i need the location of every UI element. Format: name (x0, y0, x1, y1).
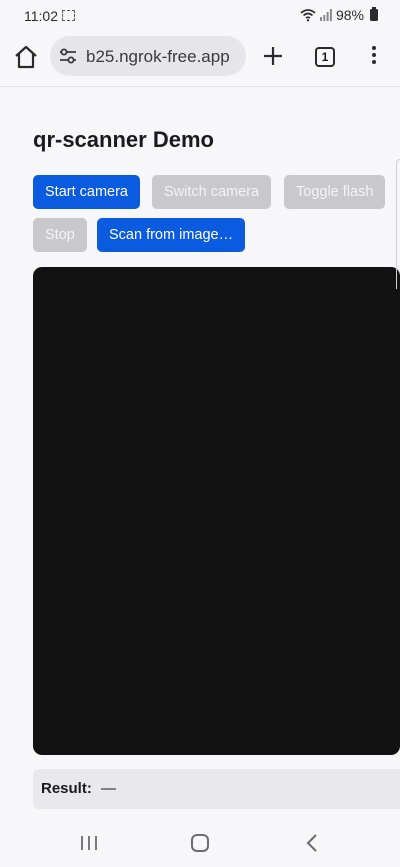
home-icon[interactable] (13, 44, 39, 70)
status-indicators: 98% (300, 7, 378, 23)
url-text: b25.ngrok-free.app (86, 47, 230, 66)
scroll-indicator (396, 159, 400, 289)
page-title: qr-scanner Demo (33, 127, 214, 152)
screen-capture-icon (62, 10, 75, 21)
tab-switcher-button[interactable]: 1 (315, 47, 335, 67)
battery-percent: 98% (335, 7, 364, 23)
system-navigation-bar (0, 819, 400, 867)
camera-preview (33, 267, 400, 755)
status-time: 11:02 (24, 8, 58, 24)
recent-apps-icon[interactable] (80, 835, 98, 851)
wifi-icon (300, 9, 316, 22)
result-value: — (101, 780, 116, 797)
home-nav-icon[interactable] (191, 834, 209, 852)
status-bar: 11:02 98% (0, 0, 400, 32)
switch-camera-button[interactable]: Switch camera (152, 175, 272, 209)
stop-button[interactable]: Stop (33, 218, 87, 252)
more-menu-icon[interactable] (368, 46, 380, 68)
address-bar[interactable]: b25.ngrok-free.app (50, 36, 246, 76)
battery-icon (370, 7, 378, 21)
result-panel: Result: — (33, 769, 400, 809)
scan-from-image-button[interactable]: Scan from image… (97, 218, 246, 252)
web-page: qr-scanner Demo Start camera Switch came… (0, 86, 400, 819)
signal-icon (319, 9, 332, 21)
result-label: Result: (41, 780, 92, 797)
back-icon[interactable] (305, 833, 319, 853)
start-camera-button[interactable]: Start camera (33, 175, 140, 209)
toggle-flash-button[interactable]: Toggle flash (284, 175, 386, 209)
plus-icon[interactable] (261, 44, 285, 68)
site-settings-icon[interactable] (59, 48, 77, 64)
browser-toolbar: b25.ngrok-free.app 1 (0, 32, 400, 84)
